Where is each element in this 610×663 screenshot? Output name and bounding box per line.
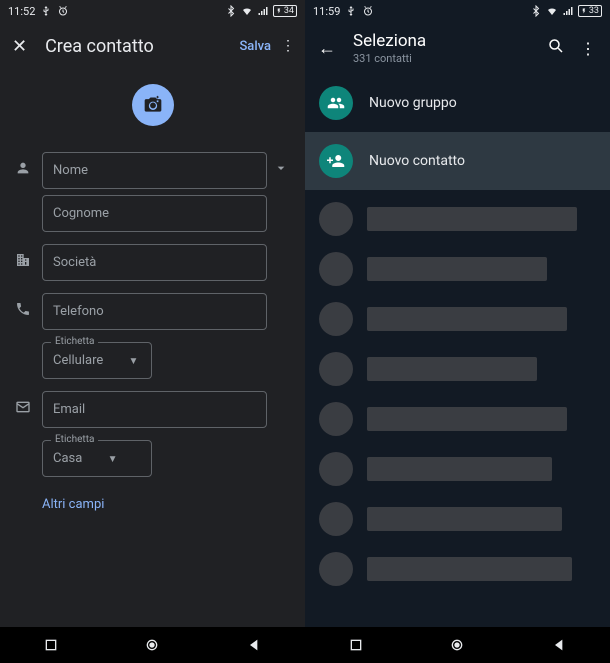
contact-row[interactable] xyxy=(305,494,610,544)
email-label-select[interactable]: Etichetta Casa ▼ xyxy=(42,440,152,477)
save-button[interactable]: Salva xyxy=(239,39,271,54)
contact-avatar-placeholder xyxy=(319,402,353,436)
new-contact-label: Nuovo contatto xyxy=(369,153,465,169)
contact-name-placeholder xyxy=(367,407,567,431)
more-fields-button[interactable]: Altri campi xyxy=(0,483,305,512)
status-bar: 11:59 33 xyxy=(305,0,610,22)
new-group-label: Nuovo gruppo xyxy=(369,95,457,111)
contact-name-placeholder xyxy=(367,257,547,281)
battery-indicator: 33 xyxy=(578,5,602,17)
contact-row[interactable] xyxy=(305,544,610,594)
nav-recent-button[interactable] xyxy=(331,637,381,653)
contact-avatar-placeholder xyxy=(319,502,353,536)
contact-row[interactable] xyxy=(305,194,610,244)
contact-row[interactable] xyxy=(305,294,610,344)
usb-icon xyxy=(345,5,357,17)
phone-label-caption: Etichetta xyxy=(51,336,98,347)
contact-name-placeholder xyxy=(367,507,562,531)
nav-recent-button[interactable] xyxy=(26,637,76,653)
nav-home-button[interactable] xyxy=(127,637,177,653)
dropdown-caret-icon: ▼ xyxy=(129,356,139,367)
back-icon[interactable]: ← xyxy=(315,38,339,59)
nav-back-button[interactable] xyxy=(534,637,584,653)
contacts-list[interactable] xyxy=(305,190,610,627)
contact-avatar-placeholder xyxy=(319,252,353,286)
phone-label-select[interactable]: Etichetta Cellulare ▼ xyxy=(42,342,152,379)
page-subtitle: 331 contatti xyxy=(353,52,544,65)
page-title: Seleziona xyxy=(353,31,544,51)
status-bar: 11:52 34 xyxy=(0,0,305,22)
group-icon xyxy=(319,86,353,120)
new-contact-item[interactable]: Nuovo contatto xyxy=(305,132,610,190)
wifi-icon xyxy=(546,5,558,17)
alarm-icon xyxy=(57,5,69,17)
new-group-item[interactable]: Nuovo gruppo xyxy=(305,74,610,132)
overflow-menu-icon[interactable]: ⋮ xyxy=(576,39,600,58)
battery-indicator: 34 xyxy=(273,5,297,17)
wifi-icon xyxy=(241,5,253,17)
select-contact-screen: 11:59 33 ← Selezi xyxy=(305,0,610,663)
dropdown-caret-icon: ▼ xyxy=(108,454,118,465)
contact-name-placeholder xyxy=(367,557,572,581)
bluetooth-icon xyxy=(530,5,542,17)
contact-row[interactable] xyxy=(305,394,610,444)
contact-avatar-placeholder xyxy=(319,552,353,586)
close-icon[interactable]: ✕ xyxy=(12,36,27,57)
contact-avatar-placeholder xyxy=(319,302,353,336)
usb-icon xyxy=(40,5,52,17)
contact-avatar-placeholder xyxy=(319,352,353,386)
contact-row[interactable] xyxy=(305,344,610,394)
person-icon xyxy=(10,146,36,176)
contact-row[interactable] xyxy=(305,244,610,294)
nav-home-button[interactable] xyxy=(432,637,482,653)
contact-name-placeholder xyxy=(367,207,577,231)
last-name-field[interactable]: Cognome xyxy=(42,195,267,232)
page-title: Crea contatto xyxy=(45,36,239,57)
company-field[interactable]: Società xyxy=(42,244,267,281)
contact-name-placeholder xyxy=(367,357,537,381)
add-photo-section xyxy=(0,70,305,146)
bluetooth-icon xyxy=(225,5,237,17)
contact-avatar-placeholder xyxy=(319,202,353,236)
search-icon[interactable] xyxy=(544,37,568,59)
status-time: 11:52 xyxy=(8,5,35,18)
status-time: 11:59 xyxy=(313,5,340,18)
camera-plus-icon xyxy=(143,95,163,115)
system-nav-bar xyxy=(0,627,305,663)
contact-form: Nome Cognome Società Telefono E xyxy=(0,146,305,627)
signal-icon xyxy=(257,5,269,17)
add-contact-icon xyxy=(319,144,353,178)
app-header: ✕ Crea contatto Salva ⋮ xyxy=(0,22,305,70)
alarm-icon xyxy=(362,5,374,17)
contact-avatar-placeholder xyxy=(319,452,353,486)
overflow-menu-icon[interactable]: ⋮ xyxy=(279,38,297,54)
email-label-caption: Etichetta xyxy=(51,434,98,445)
phone-icon xyxy=(10,287,36,317)
email-field[interactable]: Email xyxy=(42,391,267,428)
nav-back-button[interactable] xyxy=(229,637,279,653)
contact-name-placeholder xyxy=(367,457,552,481)
company-icon xyxy=(10,238,36,268)
expand-name-icon[interactable] xyxy=(267,146,295,176)
phone-field[interactable]: Telefono xyxy=(42,293,267,330)
contact-name-placeholder xyxy=(367,307,567,331)
app-header: ← Seleziona 331 contatti ⋮ xyxy=(305,22,610,74)
first-name-field[interactable]: Nome xyxy=(42,152,267,189)
add-photo-button[interactable] xyxy=(132,84,174,126)
contact-row[interactable] xyxy=(305,444,610,494)
signal-icon xyxy=(562,5,574,17)
email-icon xyxy=(10,385,36,415)
system-nav-bar xyxy=(305,627,610,663)
create-contact-screen: 11:52 34 ✕ Crea contatto xyxy=(0,0,305,663)
